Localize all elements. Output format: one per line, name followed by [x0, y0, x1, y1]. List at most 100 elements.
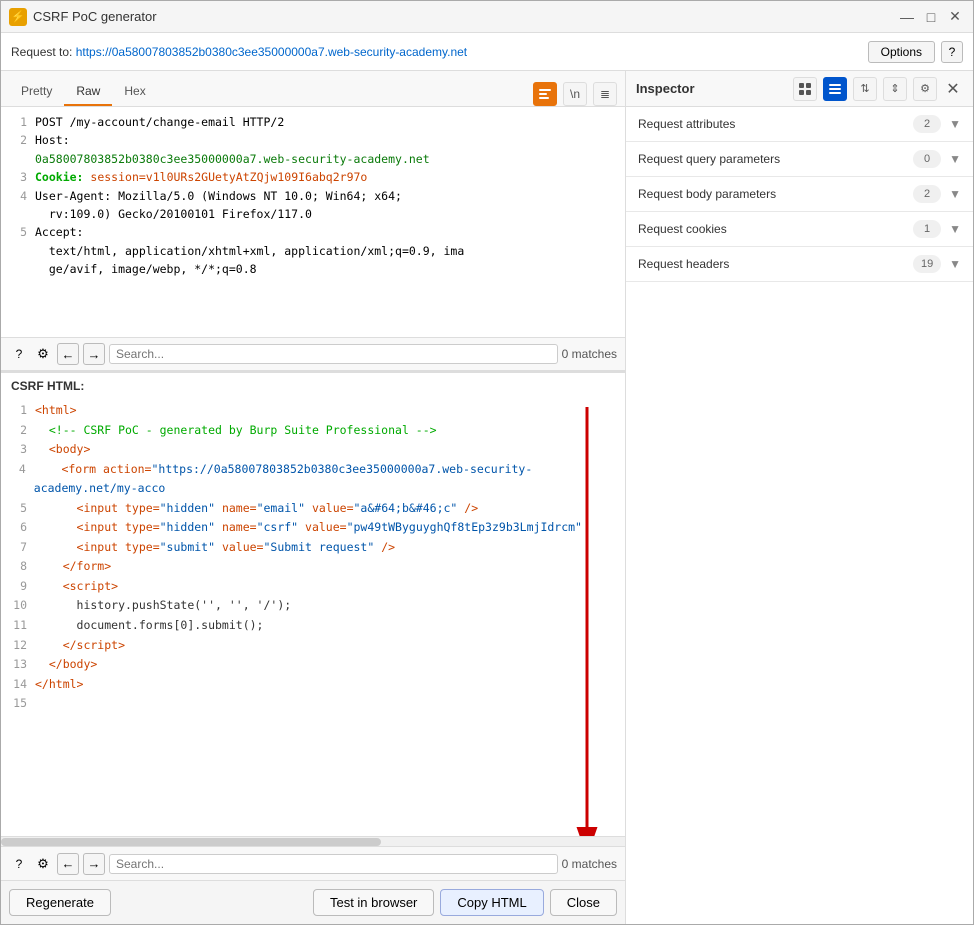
inspector-count-query-params: 0: [913, 150, 941, 168]
csrf-html-label: CSRF HTML:: [1, 373, 625, 397]
horizontal-scrollbar[interactable]: [1, 836, 625, 846]
help-button[interactable]: ?: [941, 41, 963, 63]
bottom-search-matches: 0 matches: [562, 857, 617, 871]
wrap-button[interactable]: ≣: [593, 82, 617, 106]
request-line-2b: 0a58007803852b0380c3ee35000000a7.web-sec…: [11, 150, 615, 168]
grid-icon: [798, 82, 812, 96]
left-panel: Pretty Raw Hex \n ≣: [1, 71, 626, 924]
maximize-button[interactable]: □: [921, 7, 941, 27]
bottom-search-prev-button[interactable]: ←: [57, 853, 79, 875]
inspector-close-button[interactable]: ✕: [943, 79, 963, 99]
tab-hex[interactable]: Hex: [112, 78, 157, 106]
inspector-section-headers: Request headers 19 ▼: [626, 247, 973, 282]
request-content: 1 POST /my-account/change-email HTTP/2 2…: [1, 107, 625, 337]
bottom-search-input[interactable]: [109, 854, 558, 874]
csrf-line-3: 3 <body>: [11, 440, 615, 460]
title-bar-left: ⚡ CSRF PoC generator: [9, 8, 157, 26]
top-search-bar: ? ⚙ ← → 0 matches: [1, 337, 625, 371]
inspector-grid-button[interactable]: [793, 77, 817, 101]
close-dialog-button[interactable]: Close: [550, 889, 617, 916]
list-icon: [828, 82, 842, 96]
inspector-row-body-params[interactable]: Request body parameters 2 ▼: [626, 177, 973, 211]
request-tabs: Pretty Raw Hex \n ≣: [1, 71, 625, 107]
window-title: CSRF PoC generator: [33, 9, 157, 24]
app-icon: ⚡: [9, 8, 27, 26]
csrf-line-9: 9 <script>: [11, 577, 615, 597]
search-gear-button[interactable]: ⚙: [33, 344, 53, 364]
test-in-browser-button[interactable]: Test in browser: [313, 889, 434, 916]
inspector-label-body-params: Request body parameters: [638, 187, 913, 201]
inspector-title: Inspector: [636, 81, 787, 96]
title-bar: ⚡ CSRF PoC generator — □ ✕: [1, 1, 973, 33]
request-line-5: 5 Accept: text/html, application/xhtml+x…: [11, 223, 615, 278]
bottom-search-next-button[interactable]: →: [83, 853, 105, 875]
csrf-line-5: 5 <input type="hidden" name="email" valu…: [11, 499, 615, 519]
inspector-count-request-attributes: 2: [913, 115, 941, 133]
inspector-section-request-attributes: Request attributes 2 ▼: [626, 107, 973, 142]
url-bar: Request to: https://0a58007803852b0380c3…: [1, 33, 973, 71]
csrf-html-section: CSRF HTML: 1 <html>: [1, 371, 625, 880]
csrf-line-10: 10 history.pushState('', '', '/');: [11, 596, 615, 616]
scrollbar-thumb[interactable]: [1, 838, 381, 846]
options-button[interactable]: Options: [868, 41, 935, 63]
chevron-down-icon-3: ▼: [949, 222, 961, 236]
url-bar-actions: Options ?: [868, 41, 963, 63]
csrf-line-1: 1 <html>: [11, 401, 615, 421]
inspector-row-query-params[interactable]: Request query parameters 0 ▼: [626, 142, 973, 176]
search-next-button[interactable]: →: [83, 343, 105, 365]
tab-pretty[interactable]: Pretty: [9, 78, 64, 106]
inspector-row-headers[interactable]: Request headers 19 ▼: [626, 247, 973, 281]
main-window: ⚡ CSRF PoC generator — □ ✕ Request to: h…: [0, 0, 974, 925]
inspector-section-body-params: Request body parameters 2 ▼: [626, 177, 973, 212]
request-line-2: 2 Host:: [11, 131, 615, 149]
request-line-3: 3 Cookie: session=v1l0URs2GUetyAtZQjw109…: [11, 168, 615, 186]
csrf-line-4: 4 <form action="https://0a58007803852b03…: [11, 460, 615, 499]
copy-html-button[interactable]: Copy HTML: [440, 889, 543, 916]
inspector-sort-asc-button[interactable]: ⇅: [853, 77, 877, 101]
csrf-line-13: 13 </body>: [11, 655, 615, 675]
bottom-search-gear-button[interactable]: ⚙: [33, 854, 53, 874]
window-controls: — □ ✕: [897, 7, 965, 27]
search-input[interactable]: [109, 344, 558, 364]
csrf-line-2: 2 <!-- CSRF PoC - generated by Burp Suit…: [11, 421, 615, 441]
inspector-section-query-params: Request query parameters 0 ▼: [626, 142, 973, 177]
search-prev-button[interactable]: ←: [57, 343, 79, 365]
search-help-button[interactable]: ?: [9, 344, 29, 364]
minimize-button[interactable]: —: [897, 7, 917, 27]
request-line-1: 1 POST /my-account/change-email HTTP/2: [11, 113, 615, 131]
csrf-line-6: 6 <input type="hidden" name="csrf" value…: [11, 518, 615, 538]
chevron-down-icon-2: ▼: [949, 187, 961, 201]
pretty-print-icon: [538, 87, 552, 101]
tab-tools: \n ≣: [533, 82, 617, 106]
search-matches: 0 matches: [562, 347, 617, 361]
pretty-print-button[interactable]: [533, 82, 557, 106]
inspector-gear-button[interactable]: ⚙: [913, 77, 937, 101]
inspector-sort-desc-button[interactable]: ⇕: [883, 77, 907, 101]
inspector-count-headers: 19: [913, 255, 941, 273]
inspector-count-body-params: 2: [913, 185, 941, 203]
close-window-button[interactable]: ✕: [945, 7, 965, 27]
tab-raw[interactable]: Raw: [64, 78, 112, 106]
url-label: Request to:: [11, 45, 72, 59]
url-link: https://0a58007803852b0380c3ee35000000a7…: [76, 45, 467, 59]
newline-button[interactable]: \n: [563, 82, 587, 106]
csrf-code-display: 1 <html> 2 <!-- CSRF PoC - generated by …: [1, 397, 625, 836]
inspector-section-cookies: Request cookies 1 ▼: [626, 212, 973, 247]
csrf-line-14: 14 </html>: [11, 675, 615, 695]
inspector-row-cookies[interactable]: Request cookies 1 ▼: [626, 212, 973, 246]
csrf-line-11: 11 document.forms[0].submit();: [11, 616, 615, 636]
csrf-line-15: 15: [11, 694, 615, 714]
inspector-header: Inspector ⇅ ⇕: [626, 71, 973, 107]
inspector-count-cookies: 1: [913, 220, 941, 238]
bottom-search-help-button[interactable]: ?: [9, 854, 29, 874]
url-display: Request to: https://0a58007803852b0380c3…: [11, 45, 467, 59]
inspector-list-button[interactable]: [823, 77, 847, 101]
inspector-row-request-attributes[interactable]: Request attributes 2 ▼: [626, 107, 973, 141]
request-line-4: 4 User-Agent: Mozilla/5.0 (Windows NT 10…: [11, 187, 615, 224]
inspector-label-cookies: Request cookies: [638, 222, 913, 236]
inspector-panel: Inspector ⇅ ⇕: [626, 71, 973, 924]
csrf-line-12: 12 </script>: [11, 636, 615, 656]
csrf-line-8: 8 </form>: [11, 557, 615, 577]
regenerate-button[interactable]: Regenerate: [9, 889, 111, 916]
inspector-label-request-attributes: Request attributes: [638, 117, 913, 131]
